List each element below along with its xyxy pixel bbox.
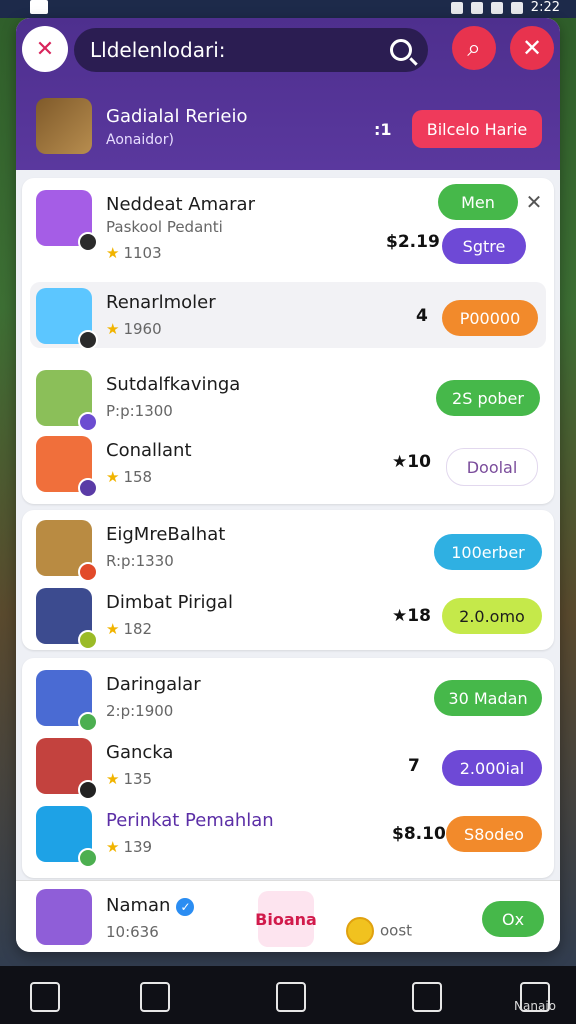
- avatar[interactable]: [36, 889, 92, 945]
- badge-icon: [78, 478, 98, 498]
- item-rating: ★ 158: [106, 468, 153, 486]
- list-item[interactable]: Neddeat Amarar Paskool Pedanti ★ 1103 $2.…: [22, 184, 554, 264]
- item-action-button[interactable]: 30 Madan: [434, 680, 542, 716]
- brand-logo[interactable]: Bioana: [255, 891, 317, 947]
- item-title: Conallant: [106, 440, 192, 461]
- user-action-button[interactable]: Bilcelo Harie: [412, 110, 542, 148]
- home-icon[interactable]: [30, 982, 60, 1012]
- ok-button[interactable]: Ox: [482, 901, 544, 937]
- badge-icon: [78, 630, 98, 650]
- star-icon: ★: [106, 620, 120, 638]
- leaderboard-card-2: EigMreBalhat R:p:1330 100erber Dimbat Pi…: [22, 510, 554, 650]
- nav-label: Nanaio: [514, 999, 556, 1013]
- item-price: ★10: [392, 452, 431, 472]
- item-action-button[interactable]: 2S pober: [436, 380, 540, 416]
- item-subtitle: R:p:1330: [106, 552, 174, 570]
- search-icon[interactable]: [390, 39, 412, 61]
- house-icon[interactable]: [276, 982, 306, 1012]
- star-icon: ★: [106, 244, 120, 262]
- status-bar: 2:22: [0, 0, 576, 18]
- list-item[interactable]: EigMreBalhat R:p:1330 100erber: [22, 514, 554, 582]
- badge-icon: [78, 330, 98, 350]
- coin-icon: [346, 917, 374, 945]
- item-price: $8.10: [392, 824, 446, 844]
- wifi-icon: [470, 1, 483, 14]
- item-action-button[interactable]: Sgtre: [442, 228, 526, 264]
- battery-icon: [510, 1, 523, 14]
- list-item[interactable]: Sutdalfkavinga P:p:1300 2S pober: [22, 364, 554, 432]
- coins-label: oost: [346, 917, 412, 945]
- status-icons: 2:22: [450, 0, 560, 15]
- list-item[interactable]: Conallant ★ 158 ★10 Doolal: [22, 430, 554, 498]
- badge-icon: [78, 848, 98, 868]
- item-title: EigMreBalhat: [106, 524, 226, 545]
- leaderboard-card-3: Daringalar 2:p:1900 30 Madan Gancka ★ 135…: [22, 658, 554, 878]
- item-action-button[interactable]: P00000: [442, 300, 538, 336]
- leaderboard-card-1: Neddeat Amarar Paskool Pedanti ★ 1103 $2.…: [22, 178, 554, 504]
- bottom-navbar: Nanaio: [0, 966, 576, 1024]
- item-price: 4: [416, 306, 428, 326]
- star-icon: ★: [106, 838, 120, 856]
- user-name: Gadialal Rerieio: [106, 106, 248, 127]
- item-action-button[interactable]: 100erber: [434, 534, 542, 570]
- item-subtitle: 2:p:1900: [106, 702, 174, 720]
- square-icon[interactable]: [412, 982, 442, 1012]
- item-rating: ★ 1960: [106, 320, 162, 338]
- notification-icon: [30, 0, 48, 14]
- badge-icon: [78, 712, 98, 732]
- list-item[interactable]: Renarlmoler ★ 1960 4 P00000: [30, 282, 546, 350]
- user-count: :1: [374, 120, 392, 139]
- star-icon: ★: [106, 320, 120, 338]
- search-bar[interactable]: Lldelenlodari:: [74, 28, 428, 72]
- item-title: Gancka: [106, 742, 174, 763]
- list-item[interactable]: Gancka ★ 135 7 2.000ial: [22, 732, 554, 800]
- item-title: Neddeat Amarar: [106, 194, 255, 215]
- signal-icon: [490, 1, 503, 14]
- search-text: Lldelenlodari:: [90, 38, 226, 62]
- logo-icon[interactable]: ✕: [22, 26, 68, 72]
- item-rating: ★ 139: [106, 838, 153, 856]
- bluetooth-icon: [450, 1, 463, 14]
- top-bar: ✕ Lldelenlodari: ⌕ ✕ Gadialal Rerieio Ao…: [16, 18, 560, 170]
- user-avatar[interactable]: [36, 98, 92, 154]
- qr-icon[interactable]: ⌕: [452, 26, 496, 70]
- bottom-name: Naman ✓: [106, 895, 195, 916]
- extra-button[interactable]: Men: [438, 184, 518, 220]
- message-icon[interactable]: [140, 982, 170, 1012]
- item-price: $2.19: [386, 232, 440, 252]
- star-icon: ★: [106, 770, 120, 788]
- item-title: Sutdalfkavinga: [106, 374, 241, 395]
- list-item[interactable]: Dimbat Pirigal ★ 182 ★18 2.0.omo: [22, 582, 554, 650]
- item-title: Dimbat Pirigal: [106, 592, 233, 613]
- badge-icon: [78, 232, 98, 252]
- verified-icon: ✓: [176, 898, 195, 916]
- item-action-button[interactable]: Doolal: [446, 448, 538, 486]
- item-subtitle: P:p:1300: [106, 402, 173, 420]
- item-price: ★18: [392, 606, 431, 626]
- item-rating: ★ 1103: [106, 244, 162, 262]
- star-icon: ★: [106, 468, 120, 486]
- item-action-button[interactable]: 2.000ial: [442, 750, 542, 786]
- badge-icon: [78, 412, 98, 432]
- bottom-profile-bar: Naman ✓ 10:636 Bioana oost Ox: [16, 880, 560, 952]
- item-subtitle: Paskool Pedanti: [106, 218, 223, 236]
- badge-icon: [78, 562, 98, 582]
- item-title: Renarlmoler: [106, 292, 216, 313]
- status-time: 2:22: [530, 0, 560, 15]
- item-action-button[interactable]: 2.0.omo: [442, 598, 542, 634]
- bottom-sub: 10:636: [106, 923, 159, 941]
- item-title: Daringalar: [106, 674, 201, 695]
- item-rating: ★ 182: [106, 620, 153, 638]
- item-action-button[interactable]: S8odeo: [446, 816, 542, 852]
- user-subtitle: Aonaidor): [106, 132, 174, 148]
- list-item[interactable]: Perinkat Pemahlan ★ 139 $8.10 S8odeo: [22, 800, 554, 868]
- close-icon[interactable]: ✕: [510, 26, 554, 70]
- leaderboard-panel: ✕ Lldelenlodari: ⌕ ✕ Gadialal Rerieio Ao…: [16, 18, 560, 952]
- badge-icon: [78, 780, 98, 800]
- item-title: Perinkat Pemahlan: [106, 810, 274, 831]
- item-rating: ★ 135: [106, 770, 153, 788]
- item-price: 7: [408, 756, 420, 776]
- list-item[interactable]: Daringalar 2:p:1900 30 Madan: [22, 664, 554, 732]
- close-icon[interactable]: ✕: [522, 190, 546, 214]
